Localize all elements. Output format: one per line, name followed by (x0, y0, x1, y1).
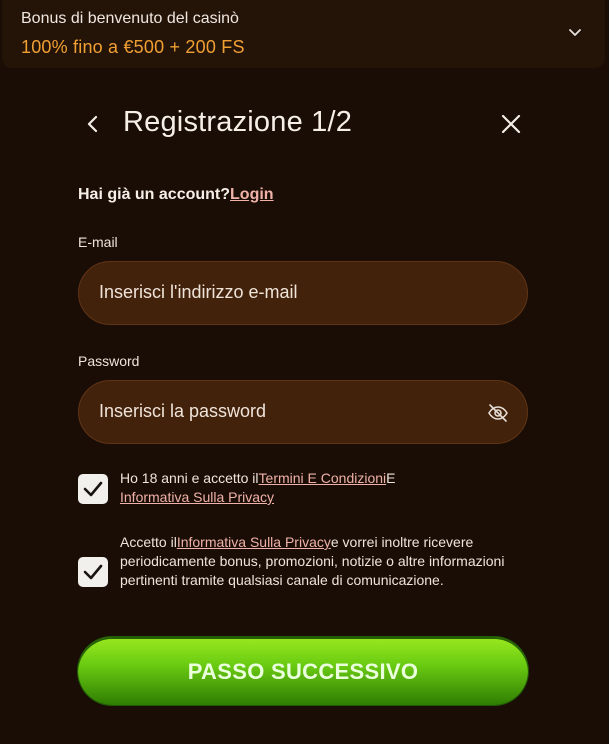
email-placeholder: Inserisci l'indirizzo e-mail (99, 282, 298, 302)
password-field[interactable]: Inserisci la password (78, 380, 528, 444)
checkmark-icon (83, 481, 103, 497)
terms-checkbox[interactable] (78, 474, 108, 504)
marketing-privacy-link[interactable]: Informativa Sulla Privacy (177, 534, 331, 550)
eye-off-icon[interactable] (487, 402, 509, 424)
login-prompt-text: Hai già un account? (78, 186, 231, 203)
bonus-offer: 100% fino a €500 + 200 FS (21, 37, 245, 57)
password-placeholder: Inserisci la password (99, 401, 267, 421)
marketing-text-before: Accetto il (120, 534, 177, 550)
next-step-button[interactable]: PASSO SUCCESSIVO (78, 637, 528, 705)
terms-consent-text: Ho 18 anni e accetto ilTermini E Condizi… (120, 469, 530, 507)
terms-text-mid: E (386, 470, 396, 486)
next-step-label: PASSO SUCCESSIVO (187, 659, 419, 684)
password-label: Password (78, 353, 140, 369)
terms-text-before: Ho 18 anni e accetto il (120, 470, 259, 486)
terms-conditions-link[interactable]: Termini E Condizioni (259, 470, 387, 486)
login-link[interactable]: Login (230, 186, 274, 203)
login-prompt: Hai già un account?Login (78, 186, 274, 204)
bonus-title: Bonus di benvenuto del casinò (21, 10, 239, 27)
bonus-banner[interactable]: Bonus di benvenuto del casinò 100% fino … (2, 0, 605, 68)
chevron-down-icon[interactable] (567, 24, 583, 40)
marketing-checkbox[interactable] (78, 557, 108, 587)
marketing-consent-text: Accetto ilInformativa Sulla Privacye vor… (120, 533, 530, 590)
registration-header: Registrazione 1/2 (78, 100, 528, 146)
chevron-left-icon[interactable] (78, 109, 108, 139)
email-label: E-mail (78, 234, 118, 250)
close-icon[interactable] (498, 111, 524, 137)
privacy-policy-link[interactable]: Informativa Sulla Privacy (120, 489, 274, 505)
checkmark-icon (83, 564, 103, 580)
page-title: Registrazione 1/2 (123, 106, 353, 138)
email-field[interactable]: Inserisci l'indirizzo e-mail (78, 261, 528, 325)
